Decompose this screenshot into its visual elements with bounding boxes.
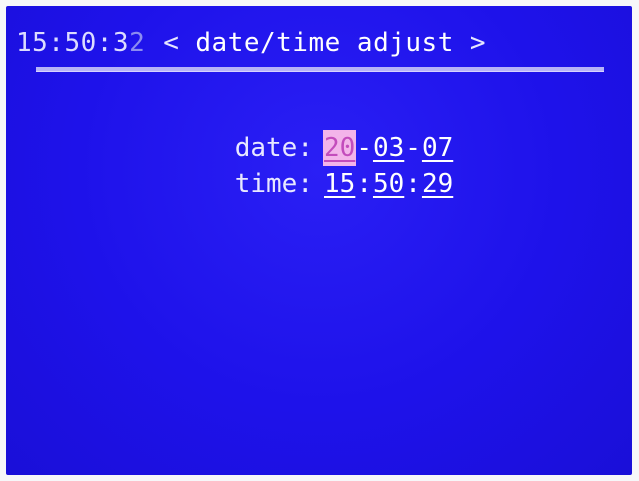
lcd-screen: 15:50:32 < date/time adjust > date: 20 -… <box>6 6 632 475</box>
time-second-field[interactable]: 29 <box>421 166 454 202</box>
time-hour-field[interactable]: 15 <box>323 166 356 202</box>
header-bar: 15:50:32 < date/time adjust > <box>16 26 486 60</box>
nav-previous-button[interactable]: < <box>163 28 179 58</box>
nav-next-button[interactable]: > <box>470 28 486 58</box>
date-label: date: <box>234 133 313 163</box>
date-row: date: 20 - 03 - 07 <box>213 130 454 166</box>
clock-last-digit: 2 <box>129 28 146 58</box>
time-minute-field[interactable]: 50 <box>372 166 405 202</box>
time-separator: : <box>356 169 372 199</box>
datetime-form: date: 20 - 03 - 07 time: 15 : 50 : 29 <box>213 130 454 202</box>
device-bezel: 15:50:32 < date/time adjust > date: 20 -… <box>0 0 639 481</box>
clock-main: 15:50:3 <box>16 28 130 58</box>
date-month-field[interactable]: 03 <box>372 130 405 166</box>
current-clock: 15:50:32 <box>16 28 145 58</box>
time-label: time: <box>234 169 313 199</box>
date-separator: - <box>405 133 421 163</box>
date-year-field[interactable]: 20 <box>323 130 357 166</box>
date-day-field[interactable]: 07 <box>421 130 454 166</box>
header-divider <box>36 67 604 71</box>
time-row: time: 15 : 50 : 29 <box>213 166 454 202</box>
screen-title: date/time adjust <box>195 28 454 58</box>
time-separator: : <box>405 169 421 199</box>
date-separator: - <box>356 133 372 163</box>
